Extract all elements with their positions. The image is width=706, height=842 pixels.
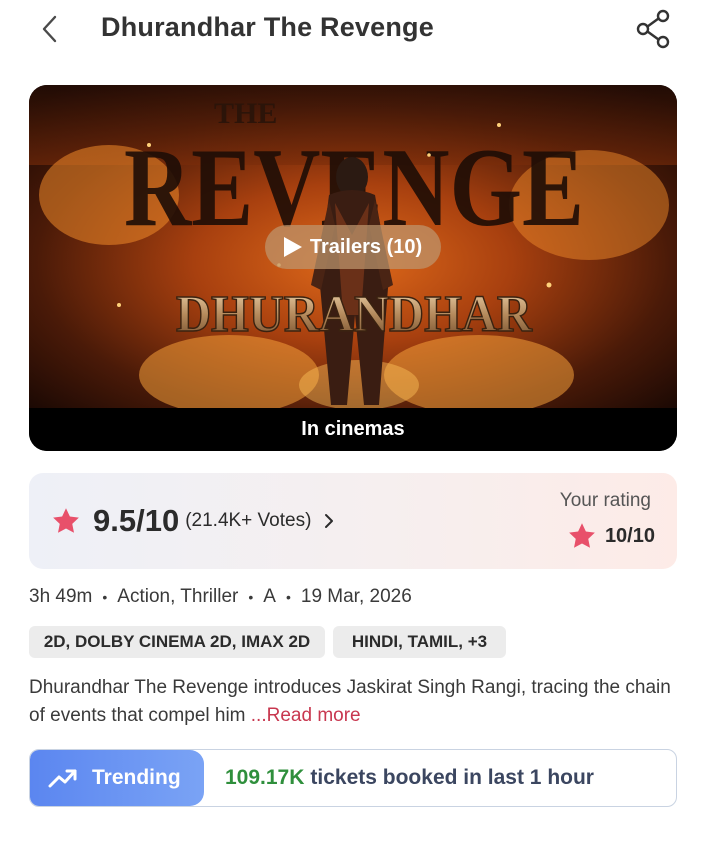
rating-card: 9.5/10 (21.4K+ Votes) Your rating 10/10	[29, 473, 677, 569]
trending-label: Trending	[92, 766, 181, 789]
release-status-banner: In cinemas	[29, 408, 677, 451]
duration: 3h 49m	[29, 586, 93, 607]
trending-badge: Trending	[30, 750, 204, 806]
tickets-text: tickets booked in last 1 hour	[310, 766, 594, 789]
tickets-count: 109.17K	[225, 766, 305, 789]
back-button[interactable]	[36, 12, 68, 46]
play-icon	[283, 237, 302, 257]
rating-votes: (21.4K+ Votes)	[185, 510, 312, 531]
formats-tag: 2D, DOLBY CINEMA 2D, IMAX 2D	[29, 626, 325, 658]
chevron-left-icon	[42, 15, 57, 43]
trailers-button[interactable]: Trailers (10)	[265, 225, 441, 269]
separator-dot: •	[248, 589, 254, 605]
your-rating-label: Your rating	[559, 490, 651, 511]
trailers-label: Trailers (10)	[309, 235, 423, 258]
separator-dot: •	[102, 589, 108, 605]
trending-stat: 109.17K tickets booked in last 1 hour	[225, 750, 594, 806]
top-bar: Dhurandhar The Revenge	[0, 0, 706, 62]
certificate: A	[263, 586, 276, 607]
format-language-tags: 2D, DOLBY CINEMA 2D, IMAX 2D HINDI, TAMI…	[29, 626, 506, 658]
genres: Action, Thriller	[117, 586, 239, 607]
movie-description: Dhurandhar The Revenge introduces Jaskir…	[29, 674, 689, 730]
your-rating-value: 10/10	[604, 524, 655, 547]
rating-score: 9.5/10	[93, 503, 180, 538]
trending-up-icon	[48, 769, 77, 788]
separator-dot: •	[285, 589, 291, 605]
overall-rating-link[interactable]: 9.5/10 (21.4K+ Votes)	[51, 473, 335, 569]
star-icon	[569, 523, 595, 548]
share-button[interactable]	[632, 8, 676, 50]
your-rating-button[interactable]: 10/10	[567, 521, 655, 551]
read-more-link[interactable]: ...Read more	[251, 705, 361, 726]
chevron-right-icon	[325, 514, 334, 528]
page-title: Dhurandhar The Revenge	[101, 12, 434, 42]
trending-banner: Trending 109.17K tickets booked in last …	[29, 749, 677, 807]
release-date: 19 Mar, 2026	[300, 586, 412, 607]
share-icon	[636, 9, 670, 49]
movie-poster[interactable]: THE REVENGE DHURANDHAR Trailers (10) In …	[29, 85, 677, 451]
movie-meta: 3h 49m • Action, Thriller • A • 19 Mar, …	[29, 586, 412, 608]
star-icon	[53, 508, 79, 533]
languages-tag[interactable]: HINDI, TAMIL, +3	[333, 626, 506, 658]
poster-logo: DHURANDHAR	[176, 286, 533, 343]
